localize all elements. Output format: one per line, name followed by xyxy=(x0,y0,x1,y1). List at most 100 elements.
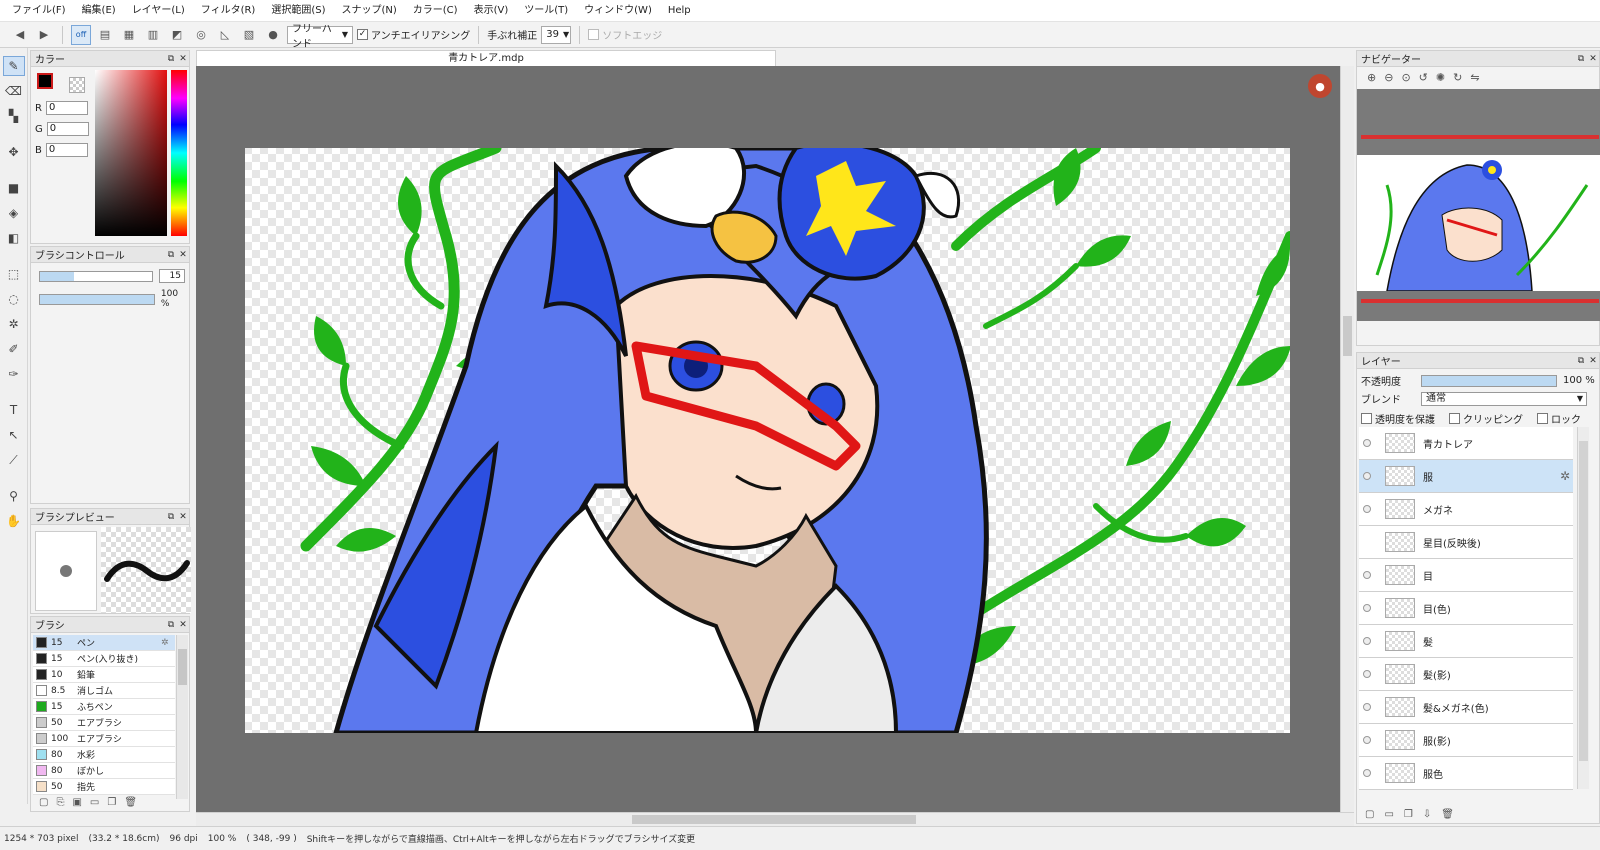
visibility-toggle[interactable] xyxy=(1359,769,1375,777)
brush-opacity-slider[interactable] xyxy=(39,293,155,305)
operation-tool-icon[interactable]: ↖ xyxy=(3,425,25,445)
trash-icon[interactable]: 🗑 xyxy=(1441,809,1454,820)
menu-layer[interactable]: レイヤー(L) xyxy=(124,0,193,22)
menu-color[interactable]: カラー(C) xyxy=(405,0,466,22)
copy-brush-icon[interactable]: ⎘ xyxy=(56,797,64,808)
layer-item[interactable]: 髪(影) xyxy=(1359,658,1573,691)
brush-dot-icon[interactable]: ● xyxy=(263,25,283,45)
dot-tool-icon[interactable]: ▚ xyxy=(3,106,25,126)
trash-icon[interactable]: 🗑 xyxy=(124,797,137,808)
visibility-toggle[interactable] xyxy=(1359,670,1375,678)
scroll-thumb[interactable] xyxy=(632,815,916,824)
brush-list-scrollbar[interactable] xyxy=(176,635,188,799)
g-input[interactable]: 0 xyxy=(46,122,89,136)
transparent-color-swatch[interactable] xyxy=(69,77,85,93)
layer-item[interactable]: メガネ xyxy=(1359,493,1573,526)
hand-tool-icon[interactable]: ✋ xyxy=(3,511,25,531)
visibility-toggle[interactable] xyxy=(1359,505,1375,513)
layer-item[interactable]: 青カトレア xyxy=(1359,427,1573,460)
gear-icon[interactable]: ✲ xyxy=(161,638,175,648)
antialias-checkbox[interactable]: ✓ アンチエイリアシング xyxy=(357,27,470,42)
select-pen-tool-icon[interactable]: ✐ xyxy=(3,339,25,359)
protect-alpha-checkbox[interactable]: 透明度を保護 xyxy=(1361,411,1435,426)
layer-item[interactable]: 髪 xyxy=(1359,625,1573,658)
close-icon[interactable]: ✕ xyxy=(177,54,189,64)
layer-item[interactable]: 星目(反映後) xyxy=(1359,526,1573,559)
b-input[interactable]: 0 xyxy=(45,143,88,157)
canvas-vertical-scrollbar[interactable] xyxy=(1340,66,1354,812)
menu-window[interactable]: ウィンドウ(W) xyxy=(576,0,660,22)
mascot-icon[interactable]: ● xyxy=(1308,74,1332,98)
eraser-tool-icon[interactable]: ⌫ xyxy=(3,81,25,101)
visibility-toggle[interactable] xyxy=(1359,472,1375,480)
visibility-toggle[interactable] xyxy=(1359,703,1375,711)
visibility-toggle[interactable] xyxy=(1359,604,1375,612)
rotate-reset-icon[interactable]: ✺ xyxy=(1436,71,1445,84)
gear-icon[interactable]: ✲ xyxy=(1557,469,1573,483)
menu-select[interactable]: 選択範囲(S) xyxy=(263,0,333,22)
layer-list-scrollbar[interactable] xyxy=(1577,427,1589,789)
layer-item[interactable]: 服 ✲ xyxy=(1359,460,1573,493)
soft-edge-checkbox[interactable]: ソフトエッジ xyxy=(588,27,662,42)
brush-size-slider[interactable] xyxy=(39,270,153,282)
clipping-checkbox[interactable]: クリッピング xyxy=(1449,411,1523,426)
float-icon[interactable]: ⧉ xyxy=(1575,54,1587,64)
snap-grid-icon[interactable]: ▦ xyxy=(119,25,139,45)
scroll-thumb[interactable] xyxy=(178,649,187,685)
duplicate-icon[interactable]: ❐ xyxy=(107,797,116,808)
redo-icon[interactable]: ▶ xyxy=(34,25,54,45)
navigator-thumbnail[interactable] xyxy=(1357,155,1600,291)
bucket-tool-icon[interactable]: ◈ xyxy=(3,203,25,223)
eyedropper-tool-icon[interactable]: ⚲ xyxy=(3,486,25,506)
move-tool-icon[interactable]: ✥ xyxy=(3,142,25,162)
brush-mode-select[interactable]: フリーハンド ▼ xyxy=(287,24,353,50)
new-brush-icon[interactable]: ▢ xyxy=(39,797,48,808)
divide-tool-icon[interactable]: ⟋ xyxy=(3,450,25,470)
brush-item[interactable]: 8.5 消しゴム xyxy=(33,683,175,699)
visibility-toggle[interactable] xyxy=(1359,571,1375,579)
menu-tool[interactable]: ツール(T) xyxy=(516,0,576,22)
canvas-area[interactable] xyxy=(196,66,1340,812)
brush-item[interactable]: 10 鉛筆 xyxy=(33,667,175,683)
stabilizer-select[interactable]: 39 ▼ xyxy=(541,25,572,44)
pen-tool-icon[interactable]: ✎ xyxy=(2,56,25,76)
rect-select-tool-icon[interactable]: ⬚ xyxy=(3,264,25,284)
close-icon[interactable]: ✕ xyxy=(1587,356,1599,366)
brush-item[interactable]: 15 ペン(入り抜き) xyxy=(33,651,175,667)
float-icon[interactable]: ⧉ xyxy=(1575,356,1587,366)
menu-filter[interactable]: フィルタ(R) xyxy=(193,0,264,22)
brush-size-input[interactable]: 15 xyxy=(159,269,185,283)
magic-wand-tool-icon[interactable]: ✲ xyxy=(3,314,25,334)
snap-concentric-icon[interactable]: ◎ xyxy=(191,25,211,45)
layer-item[interactable]: 服色 xyxy=(1359,757,1573,790)
snap-cross-icon[interactable]: ▥ xyxy=(143,25,163,45)
zoom-fit-icon[interactable]: ⊙ xyxy=(1401,71,1410,84)
float-icon[interactable]: ⧉ xyxy=(165,250,177,260)
close-icon[interactable]: ✕ xyxy=(177,512,189,522)
zoom-out-icon[interactable]: ⊖ xyxy=(1384,71,1393,84)
menu-edit[interactable]: 編集(E) xyxy=(74,0,124,22)
visibility-toggle[interactable] xyxy=(1359,439,1375,447)
flip-icon[interactable]: ⇋ xyxy=(1470,71,1479,84)
menu-snap[interactable]: スナップ(N) xyxy=(333,0,404,22)
lasso-tool-icon[interactable]: ◌ xyxy=(3,289,25,309)
brush-settings-icon[interactable]: ▣ xyxy=(72,797,81,808)
float-icon[interactable]: ⧉ xyxy=(165,54,177,64)
close-icon[interactable]: ✕ xyxy=(177,620,189,630)
brush-item[interactable]: 100 エアブラシ xyxy=(33,731,175,747)
folder-icon[interactable]: ▭ xyxy=(90,797,99,808)
layer-item[interactable]: 目(色) xyxy=(1359,592,1573,625)
brush-item[interactable]: 15 ふちペン xyxy=(33,699,175,715)
menu-help[interactable]: Help xyxy=(660,0,699,22)
layer-item[interactable]: 髪&メガネ(色) xyxy=(1359,691,1573,724)
float-icon[interactable]: ⧉ xyxy=(165,620,177,630)
layer-opacity-slider[interactable] xyxy=(1421,374,1557,387)
rotate-left-icon[interactable]: ↺ xyxy=(1419,71,1428,84)
snap-off-button[interactable]: off xyxy=(71,24,91,45)
fill-rect-tool-icon[interactable]: ■ xyxy=(3,178,25,198)
layer-item[interactable]: 目 xyxy=(1359,559,1573,592)
document-tab[interactable]: 青カトレア.mdp xyxy=(196,50,776,66)
gradient-tool-icon[interactable]: ◧ xyxy=(3,228,25,248)
canvas-horizontal-scrollbar[interactable] xyxy=(196,812,1354,826)
snap-parallel-icon[interactable]: ▤ xyxy=(95,25,115,45)
